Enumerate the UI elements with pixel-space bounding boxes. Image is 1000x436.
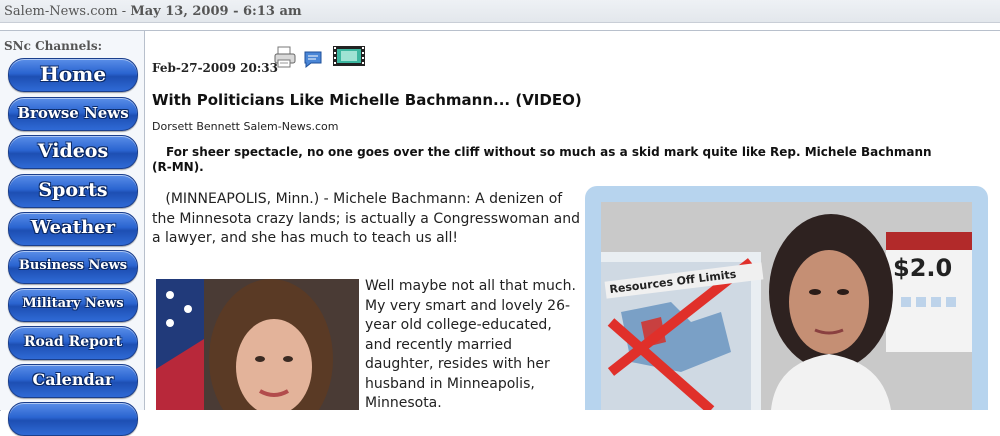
sidebar-title: SNc Channels: [4, 39, 102, 53]
nav-sports-button[interactable]: Sports [8, 174, 138, 208]
top-bar: Salem-News.com - May 13, 2009 - 6:13 am [0, 0, 1000, 23]
nav-browse-news-button[interactable]: Browse News [8, 97, 138, 131]
printer-icon[interactable] [273, 45, 297, 69]
nav-label: Military News [22, 296, 124, 311]
nav-weather-button[interactable]: Weather [8, 212, 138, 246]
nav-label: Sports [38, 179, 108, 201]
nav-videos-button[interactable]: Videos [8, 135, 138, 169]
article-headline: With Politicians Like Michelle Bachmann.… [152, 91, 582, 109]
nav-label: Road Report [23, 334, 123, 350]
nav-more-button[interactable] [8, 402, 138, 436]
nav-label: Browse News [17, 104, 129, 122]
separator: - [117, 4, 131, 19]
photo-price-text: $2.0 [893, 254, 953, 282]
nav-calendar-button[interactable]: Calendar [8, 364, 138, 398]
nav-label: Weather [30, 217, 116, 238]
nav-label: Videos [37, 140, 109, 162]
article-dateline: Feb-27-2009 20:33 [152, 61, 278, 75]
bachmann-press-photo: Resources Off Limits $2.0 [601, 202, 972, 410]
article-main: Feb-27-2009 20:33 With Politicians Like … [152, 31, 998, 411]
article-byline: Dorsett Bennett Salem-News.com [152, 120, 339, 133]
nav-business-news-button[interactable]: Business News [8, 250, 138, 284]
paragraph-text: (MINNEAPOLIS, Minn.) - Michele Bachmann:… [152, 191, 580, 246]
article-paragraph-1: (MINNEAPOLIS, Minn.) - Michele Bachmann:… [152, 190, 582, 249]
article-paragraph-2: Well maybe not all that much. My very sm… [365, 278, 576, 411]
nav-label: Calendar [32, 370, 114, 389]
nav-label: Business News [18, 258, 128, 273]
article-summary: For sheer spectacle, no one goes over th… [152, 145, 932, 174]
sidebar: SNc Channels: Home Browse News Videos Sp… [0, 31, 145, 436]
current-datetime: May 13, 2009 - 6:13 am [130, 4, 302, 19]
nav-label: Home [39, 62, 107, 86]
bachmann-portrait-photo [156, 279, 359, 410]
nav-home-button[interactable]: Home [8, 58, 138, 92]
photo-frame: Resources Off Limits $2.0 [585, 186, 988, 410]
site-date-line: Salem-News.com - May 13, 2009 - 6:13 am [4, 4, 302, 19]
video-icon[interactable] [332, 43, 366, 69]
comment-icon[interactable] [302, 49, 326, 73]
nav-road-report-button[interactable]: Road Report [8, 326, 138, 360]
site-name: Salem-News.com [4, 4, 118, 19]
nav-military-news-button[interactable]: Military News [8, 288, 138, 322]
